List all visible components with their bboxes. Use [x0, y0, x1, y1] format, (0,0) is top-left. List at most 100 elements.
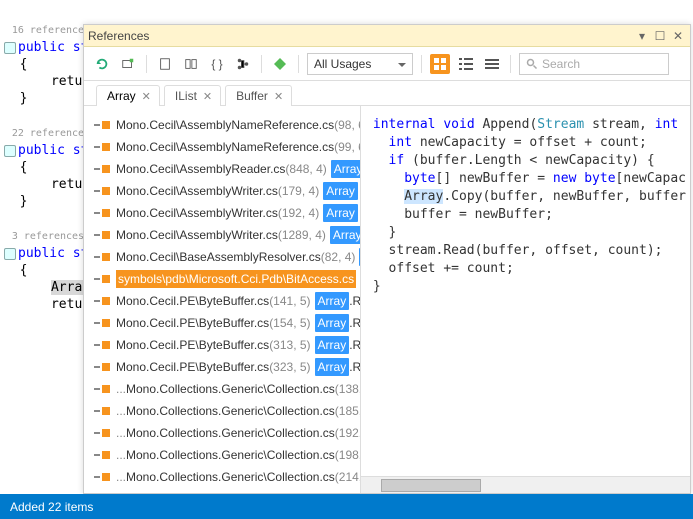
list-item[interactable]: Mono.Cecil.PE\ByteBuffer.cs (323, 5) Arra… — [84, 356, 360, 378]
list-item[interactable]: ... Mono.Collections.Generic\Collection.… — [84, 422, 360, 444]
status-bar: Added 22 items — [0, 494, 693, 519]
item-icon — [94, 187, 110, 195]
search-box[interactable]: Search — [519, 53, 669, 75]
item-icon — [94, 451, 110, 459]
view-lines-icon[interactable] — [482, 54, 502, 74]
list-item[interactable]: ... Mono.Collections.Generic\Collection.… — [84, 444, 360, 466]
item-coords: (154, 5) — [269, 314, 310, 332]
item-tag: Array — [323, 182, 358, 200]
item-tag: Array — [323, 204, 358, 222]
minimize-button[interactable]: ▾ — [634, 29, 650, 43]
item-path: Mono.Collections.Generic\Collection.cs — [126, 380, 335, 398]
item-path: Mono.Cecil.PE\ByteBuffer.cs — [116, 358, 269, 376]
list-item[interactable]: ... Mono.Collections.Generic\Collection.… — [84, 378, 360, 400]
new-window-icon[interactable] — [118, 54, 138, 74]
stack-tab[interactable]: Buffer ✕ — [225, 85, 292, 106]
view-grid-icon[interactable] — [430, 54, 450, 74]
list-item[interactable]: Mono.Cecil.PE\ByteBuffer.cs (154, 5) Arra… — [84, 312, 360, 334]
item-coords: (323, 5) — [269, 358, 310, 376]
item-path: Mono.Cecil.PE\ByteBuffer.cs — [116, 314, 269, 332]
item-path: Mono.Collections.Generic\Collection.cs — [126, 402, 335, 420]
item-coords: (214, 5 — [335, 468, 361, 486]
window-title: References — [88, 29, 149, 43]
code-preview-pane: internal void Append(Stream stream, int … — [361, 106, 690, 493]
item-icon — [94, 341, 110, 349]
item-icon — [94, 121, 110, 129]
item-coords: (138, 1 — [335, 380, 361, 398]
references-window: References ▾ ☐ ✕ { } All Usages Search A… — [83, 24, 691, 494]
item-icon — [94, 363, 110, 371]
tab-label: Buffer — [236, 89, 268, 103]
item-path: Mono.Cecil\AssemblyReader.cs — [116, 160, 285, 178]
item-path: Mono.Collections.Generic\Collection.cs — [126, 424, 335, 442]
results-list[interactable]: Mono.Cecil\AssemblyNameReference.cs (98,… — [84, 106, 361, 493]
item-path: Mono.Cecil\AssemblyWriter.cs — [116, 204, 278, 222]
list-item[interactable]: ... Mono.Collections.Generic\Collection.… — [84, 400, 360, 422]
stack-tab[interactable]: IList ✕ — [164, 85, 221, 106]
code-preview[interactable]: internal void Append(Stream stream, int … — [361, 106, 690, 476]
item-coords: (185, 4 — [335, 402, 361, 420]
item-coords: (141, 5) — [269, 292, 310, 310]
item-coords: (98, 6 — [334, 116, 361, 134]
list-item[interactable]: Mono.Cecil\BaseAssemblyResolver.cs (82, … — [84, 246, 360, 268]
tab-close-icon[interactable]: ✕ — [203, 90, 212, 103]
list-item[interactable]: Mono.Cecil.PE\ByteBuffer.cs (313, 5)Arra… — [84, 334, 360, 356]
view-list-icon[interactable] — [456, 54, 476, 74]
item-icon — [94, 143, 110, 151]
list-item[interactable]: Mono.Cecil\AssemblyWriter.cs (179, 4)Arr… — [84, 180, 360, 202]
list-item[interactable]: Mono.Cecil\AssemblyReader.cs (848, 4) Arr… — [84, 158, 360, 180]
item-coords: (179, 4) — [278, 182, 319, 200]
list-item[interactable]: Mono.Cecil\AssemblyNameReference.cs (98,… — [84, 114, 360, 136]
maximize-button[interactable]: ☐ — [652, 29, 668, 43]
item-path: Mono.Cecil\AssemblyNameReference.cs — [116, 116, 334, 134]
list-item[interactable]: ... Mono.Collections.Generic\Collection.… — [84, 488, 360, 493]
item-icon — [94, 385, 110, 393]
item-tag: Array — [315, 314, 350, 332]
stack-tabs: Array ✕ IList ✕ Buffer ✕ — [84, 81, 690, 106]
tab-close-icon[interactable]: ✕ — [274, 90, 283, 103]
usages-dropdown[interactable]: All Usages — [307, 53, 413, 75]
item-icon — [94, 165, 110, 173]
toolbar: { } All Usages Search — [84, 47, 690, 81]
item-icon — [94, 297, 110, 305]
item-path: Mono.Cecil\AssemblyWriter.cs — [116, 182, 278, 200]
item-tag: Array — [315, 292, 350, 310]
item-path: Mono.Cecil.PE\ByteBuffer.cs — [116, 336, 269, 354]
item-tag: Array — [331, 160, 361, 178]
item-icon — [94, 473, 110, 481]
item-icon — [94, 253, 110, 261]
list-item[interactable]: symbols\pdb\Microsoft.Cci.Pdb\BitAccess.… — [84, 268, 360, 290]
item-path: symbols\pdb\Microsoft.Cci.Pdb\BitAccess.… — [116, 270, 356, 288]
item-path: Mono.Cecil\BaseAssemblyResolver.cs — [116, 248, 321, 266]
tab-label: Array — [107, 89, 136, 103]
method-icon — [4, 248, 16, 260]
export-icon[interactable] — [155, 54, 175, 74]
item-path: Mono.Cecil.PE\ByteBuffer.cs — [116, 292, 269, 310]
item-tag: Array — [315, 358, 350, 376]
item-path: Mono.Collections.Generic\Collection.cs — [126, 446, 335, 464]
method-icon — [4, 145, 16, 157]
item-path: Mono.Collections.Generic\Collection.cs — [126, 490, 335, 493]
list-item[interactable]: Mono.Cecil.PE\ByteBuffer.cs (141, 5) Arra… — [84, 290, 360, 312]
item-tag: Array — [315, 336, 350, 354]
list-item[interactable]: Mono.Cecil\AssemblyWriter.cs (1289, 4)Ar… — [84, 224, 360, 246]
refresh-icon[interactable] — [92, 54, 112, 74]
tab-close-icon[interactable]: ✕ — [142, 90, 151, 103]
item-icon — [94, 275, 110, 283]
item-coords: (1289, 4) — [278, 226, 326, 244]
merge-icon[interactable] — [181, 54, 201, 74]
stack-tab[interactable]: Array ✕ — [96, 85, 160, 106]
item-path: Mono.Collections.Generic\Collection.cs — [126, 468, 335, 486]
list-item[interactable]: Mono.Cecil\AssemblyWriter.cs (192, 4)Arr… — [84, 202, 360, 224]
horizontal-scrollbar[interactable] — [361, 476, 690, 493]
braces-icon[interactable]: { } — [207, 54, 227, 74]
list-item[interactable]: Mono.Cecil\AssemblyNameReference.cs (99,… — [84, 136, 360, 158]
titlebar[interactable]: References ▾ ☐ ✕ — [84, 25, 690, 47]
tree-icon[interactable] — [233, 54, 253, 74]
item-coords: (848, 4) — [285, 160, 326, 178]
tab-label: IList — [175, 89, 197, 103]
item-path: Mono.Cecil\AssemblyNameReference.cs — [116, 138, 334, 156]
close-button[interactable]: ✕ — [670, 29, 686, 43]
diamond-icon[interactable] — [270, 54, 290, 74]
list-item[interactable]: ... Mono.Collections.Generic\Collection.… — [84, 466, 360, 488]
